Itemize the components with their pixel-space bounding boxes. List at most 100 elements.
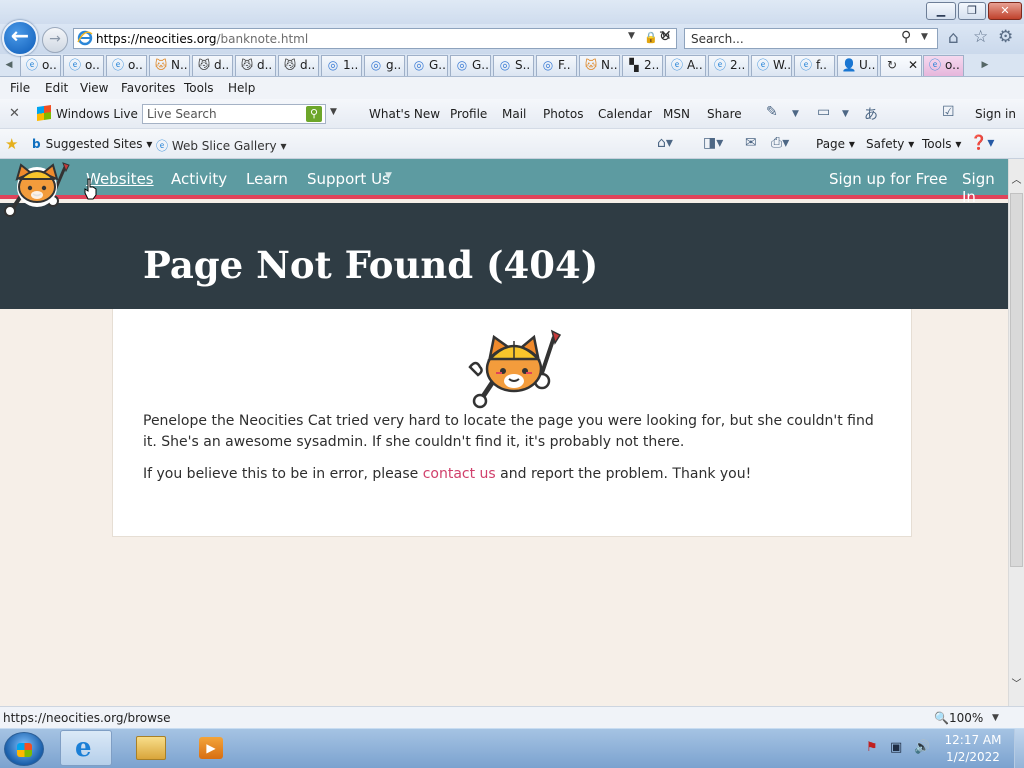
page-menu[interactable]: Page ▾: [816, 137, 855, 151]
start-button[interactable]: [4, 732, 44, 766]
live-search-go-icon[interactable]: ⚲: [306, 106, 322, 122]
wl-msn-link[interactable]: MSN: [663, 107, 690, 121]
wl-share-link[interactable]: Share: [707, 107, 742, 121]
wl-sign-in-link[interactable]: Sign in: [975, 107, 1016, 121]
print-icon[interactable]: ⎙▾: [771, 135, 789, 151]
action-center-flag-icon[interactable]: ⚑: [866, 740, 878, 755]
help-icon[interactable]: ❓▾: [970, 135, 994, 151]
browser-tab[interactable]: 👤 U..: [837, 55, 878, 76]
browser-tab[interactable]: ▚ 2..: [622, 55, 663, 76]
browser-tab[interactable]: 😼 d..: [192, 55, 233, 76]
browser-tab[interactable]: ◎ 1..: [321, 55, 362, 76]
zoom-level[interactable]: 🔍100%: [934, 711, 983, 725]
spaces-dropdown-icon[interactable]: ▼: [792, 109, 799, 119]
browser-tab[interactable]: 🐱 N..: [579, 55, 620, 76]
menu-edit[interactable]: Edit: [45, 81, 68, 95]
favorites-star-icon[interactable]: ☆: [973, 27, 988, 47]
maximize-button[interactable]: ❐: [958, 2, 986, 20]
read-mail-icon[interactable]: ✉: [745, 135, 757, 151]
browser-tab[interactable]: ⓔ o..: [106, 55, 147, 76]
close-toolbar-icon[interactable]: ✕: [9, 106, 20, 121]
nav-support-link[interactable]: Support Us: [307, 170, 390, 188]
tools-menu[interactable]: Tools ▾: [922, 137, 961, 151]
search-dropdown-icon[interactable]: ▼: [921, 32, 928, 42]
menu-favorites[interactable]: Favorites: [121, 81, 175, 95]
spaces-icon[interactable]: ✎: [766, 104, 778, 120]
translate-icon[interactable]: あ: [864, 104, 878, 124]
contact-us-link[interactable]: contact us: [423, 466, 496, 482]
address-url[interactable]: https://neocities.org/banknote.html: [96, 32, 308, 46]
neocities-cat-logo[interactable]: [3, 161, 73, 217]
search-icon[interactable]: ⚲: [901, 29, 911, 45]
back-button[interactable]: ←: [2, 20, 38, 56]
browser-tab[interactable]: ⓔ o..: [20, 55, 61, 76]
browser-tab[interactable]: ◎ F..: [536, 55, 577, 76]
stop-icon[interactable]: ✕: [660, 28, 676, 48]
signin-check-icon[interactable]: ☑: [942, 104, 955, 120]
wl-calendar-link[interactable]: Calendar: [598, 107, 652, 121]
wl-profile-link[interactable]: Profile: [450, 107, 487, 121]
scrollbar-thumb[interactable]: [1010, 193, 1023, 567]
tab-scroll-right-icon[interactable]: ▶: [978, 56, 992, 75]
taskbar-internet-explorer[interactable]: e: [60, 730, 112, 766]
menu-view[interactable]: View: [80, 81, 108, 95]
minimize-button[interactable]: ▁: [926, 2, 956, 20]
live-search-dropdown-icon[interactable]: ▼: [330, 107, 337, 117]
lock-icon[interactable]: 🔒: [644, 31, 658, 44]
suggested-sites-link[interactable]: b Suggested Sites ▾: [32, 137, 152, 151]
tab-scroll-left-icon[interactable]: ◀: [2, 56, 16, 75]
browser-tab[interactable]: 😼 d..: [278, 55, 319, 76]
messenger-dropdown-icon[interactable]: ▼: [842, 109, 849, 119]
nav-activity-link[interactable]: Activity: [171, 170, 227, 188]
volume-icon[interactable]: 🔊: [914, 740, 930, 755]
nav-signup-link[interactable]: Sign up for Free: [829, 170, 948, 188]
safety-menu[interactable]: Safety ▾: [866, 137, 914, 151]
feeds-icon[interactable]: ◨▾: [703, 135, 723, 151]
taskbar-windows-explorer[interactable]: [126, 730, 178, 766]
browser-tab[interactable]: 🐱 N..: [149, 55, 190, 76]
nav-signin-link[interactable]: Sign In: [962, 170, 1008, 206]
add-favorites-star-icon[interactable]: ★: [5, 135, 18, 153]
browser-tab[interactable]: ⓔ f..: [794, 55, 835, 76]
browser-tab[interactable]: ⓔ W..: [751, 55, 792, 76]
clock-date[interactable]: 1/2/2022: [936, 750, 1010, 764]
browser-tab[interactable]: ↻ ✕: [880, 55, 922, 76]
scroll-up-arrow-icon[interactable]: ︿: [1009, 171, 1024, 186]
close-tab-icon[interactable]: ✕: [908, 58, 918, 72]
taskbar-media-player[interactable]: ▶: [186, 730, 238, 766]
browser-search-input[interactable]: Search... ⚲ ▼: [684, 28, 938, 49]
clock-time[interactable]: 12:17 AM: [936, 733, 1010, 747]
browser-tab[interactable]: ⓔ A..: [665, 55, 706, 76]
browser-tab[interactable]: ◎ S..: [493, 55, 534, 76]
browser-tab[interactable]: ◎ g..: [364, 55, 405, 76]
forward-button[interactable]: →: [42, 27, 68, 53]
browser-tab[interactable]: ⓔ o..: [923, 55, 964, 76]
address-bar[interactable]: https://neocities.org/banknote.html ▼ 🔒 …: [73, 28, 677, 49]
wl-photos-link[interactable]: Photos: [543, 107, 583, 121]
zoom-dropdown-icon[interactable]: ▼: [992, 713, 999, 723]
home-command-icon[interactable]: ⌂▾: [657, 135, 673, 151]
home-icon[interactable]: ⌂: [948, 28, 959, 48]
browser-tab[interactable]: ◎ G..: [450, 55, 491, 76]
windows-live-link[interactable]: Windows Live: [37, 105, 138, 121]
browser-tab[interactable]: 😼 d..: [235, 55, 276, 76]
nav-learn-link[interactable]: Learn: [246, 170, 288, 188]
show-desktop-button[interactable]: [1014, 729, 1024, 768]
close-window-button[interactable]: ✕: [988, 2, 1022, 20]
network-icon[interactable]: ▣: [890, 740, 902, 755]
messenger-icon[interactable]: ▭: [817, 104, 830, 120]
vertical-scrollbar[interactable]: ︿ ﹀: [1008, 159, 1024, 706]
address-dropdown-icon[interactable]: ▼: [628, 31, 635, 41]
browser-tab[interactable]: ⓔ o..: [63, 55, 104, 76]
wl-mail-link[interactable]: Mail: [502, 107, 526, 121]
web-slice-gallery-link[interactable]: ⓔ Web Slice Gallery ▾: [156, 137, 286, 154]
wl-whats-new-link[interactable]: What's New: [369, 107, 440, 121]
menu-file[interactable]: File: [10, 81, 30, 95]
gear-icon[interactable]: ⚙: [998, 27, 1013, 47]
browser-tab[interactable]: ◎ G..: [407, 55, 448, 76]
browser-tab[interactable]: ⓔ 2..: [708, 55, 749, 76]
menu-tools[interactable]: Tools: [184, 81, 214, 95]
scroll-down-arrow-icon[interactable]: ﹀: [1009, 675, 1024, 690]
menu-help[interactable]: Help: [228, 81, 255, 95]
live-search-input[interactable]: Live Search: [142, 104, 326, 124]
